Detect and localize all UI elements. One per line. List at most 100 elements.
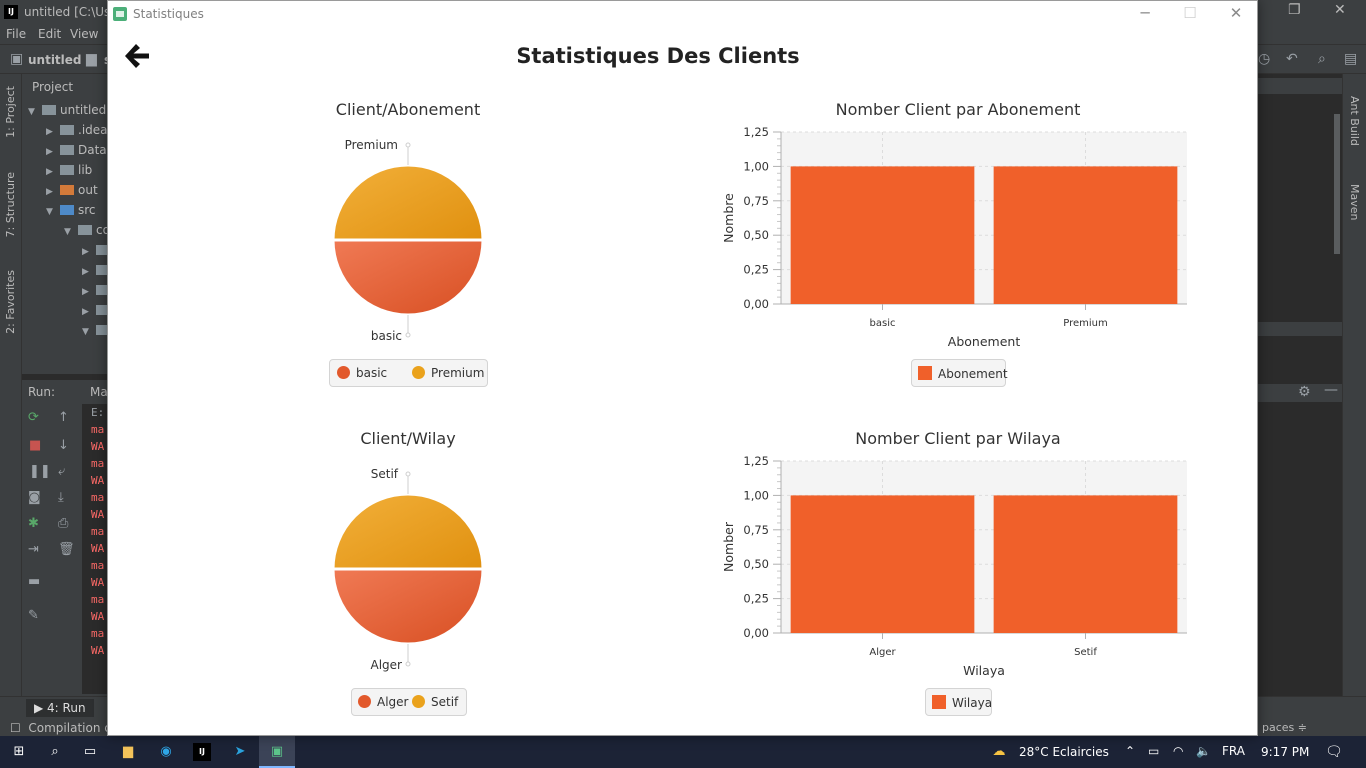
- tree-item[interactable]: ▶ Datab: [46, 140, 114, 160]
- tree-item[interactable]: ▶ out: [46, 180, 98, 200]
- minimize-button[interactable]: ─: [1130, 4, 1160, 22]
- edge-icon[interactable]: ◉: [157, 743, 175, 761]
- telegram-icon[interactable]: ➤: [231, 743, 249, 761]
- x-tick-label: Alger: [869, 647, 896, 658]
- close-icon[interactable]: ✕: [1334, 2, 1346, 18]
- print-icon[interactable]: ⎙: [58, 516, 68, 531]
- chevron-right-icon[interactable]: ▶: [46, 182, 60, 202]
- folder-icon: [42, 105, 56, 115]
- console-line: E:: [91, 406, 105, 419]
- stop-icon[interactable]: ■: [29, 438, 41, 453]
- menu-edit[interactable]: Edit: [38, 27, 61, 41]
- file-explorer-icon[interactable]: ▆: [119, 743, 137, 761]
- console-line: ma: [91, 457, 105, 470]
- legend-item: Abonement: [918, 366, 1008, 381]
- tab-structure[interactable]: 7: Structure: [4, 172, 17, 237]
- chevron-right-icon[interactable]: ▶: [82, 282, 96, 302]
- scrollbar[interactable]: [1334, 114, 1340, 254]
- chevron-down-icon[interactable]: ▼: [28, 102, 42, 122]
- chevron-down-icon[interactable]: ▼: [46, 202, 60, 222]
- battery-icon[interactable]: ▭: [1148, 744, 1159, 758]
- console-line: WA: [91, 474, 105, 487]
- label-leader-dot: [405, 471, 411, 477]
- tab-maven[interactable]: Maven: [1348, 184, 1361, 220]
- pie-abonement-legend: basic Premium: [329, 359, 488, 387]
- close-button[interactable]: ✕: [1221, 4, 1251, 22]
- chevron-down-icon[interactable]: ▼: [82, 322, 96, 342]
- right-tool-strip: Ant Build Maven: [1342, 74, 1366, 696]
- bar-wilaya-legend: Wilaya: [925, 688, 992, 716]
- chevron-right-icon[interactable]: ▶: [82, 302, 96, 322]
- x-axis-label: Wilaya: [963, 663, 1005, 678]
- language-indicator[interactable]: FRA: [1222, 744, 1245, 758]
- label-leader-dot: [405, 332, 411, 338]
- up-icon[interactable]: ↑: [58, 410, 69, 425]
- status-right[interactable]: paces ≑: [1262, 721, 1307, 734]
- wifi-icon[interactable]: ◠: [1173, 744, 1183, 758]
- structure-icon[interactable]: ▤: [1344, 51, 1357, 67]
- chevron-right-icon[interactable]: ▶: [46, 142, 60, 162]
- legend-dot-icon: [358, 695, 371, 708]
- debug-icon[interactable]: ✱: [28, 516, 39, 531]
- java-app-icon[interactable]: ▣: [268, 743, 286, 761]
- weather-text[interactable]: 28°C Eclaircies: [1019, 745, 1109, 759]
- intellij-icon: IJ: [4, 5, 18, 19]
- chevron-up-icon[interactable]: ⌃: [1125, 744, 1135, 758]
- task-view-icon[interactable]: ▭: [81, 743, 99, 761]
- tab-project[interactable]: 1: Project: [4, 86, 17, 138]
- menu-view[interactable]: View: [70, 27, 98, 41]
- rerun-icon[interactable]: ⟳: [28, 410, 39, 425]
- chevron-right-icon[interactable]: ▶: [82, 242, 96, 262]
- down-icon[interactable]: ↓: [58, 438, 69, 453]
- tree-item[interactable]: ▶ lib: [46, 160, 92, 180]
- search-icon[interactable]: ⌕: [46, 743, 64, 761]
- chevron-right-icon[interactable]: ▶: [46, 122, 60, 142]
- minimize-icon[interactable]: —: [1324, 382, 1338, 398]
- dialog-title: Statistiques: [133, 7, 204, 21]
- bar-wilaya-title: Nomber Client par Wilaya: [855, 429, 1061, 448]
- trash-icon[interactable]: 🗑: [58, 542, 75, 557]
- pin-icon[interactable]: ✎: [28, 608, 39, 623]
- tree-item[interactable]: ▼ untitled [: [28, 100, 115, 120]
- tree-item[interactable]: ▼ co: [64, 220, 110, 240]
- chevron-down-icon[interactable]: ▼: [64, 222, 78, 242]
- app-icon: [113, 7, 127, 21]
- wrap-icon[interactable]: ⤶: [58, 464, 65, 479]
- legend-label: Abonement: [938, 367, 1008, 381]
- folder-icon: [78, 225, 92, 235]
- breadcrumb-root[interactable]: untitled: [28, 53, 82, 67]
- start-icon[interactable]: ⊞: [10, 743, 28, 761]
- run-config-tab[interactable]: Ma: [90, 385, 108, 399]
- tab-favorites[interactable]: 2: Favorites: [4, 270, 17, 334]
- chevron-right-icon[interactable]: ▶: [82, 262, 96, 282]
- tab-ant-build[interactable]: Ant Build: [1348, 96, 1361, 146]
- layout-icon[interactable]: ▬: [28, 574, 40, 589]
- restore-icon[interactable]: ❐: [1288, 2, 1301, 18]
- y-axis-label: Nombre: [721, 193, 736, 243]
- gear-icon[interactable]: ⚙: [1298, 384, 1311, 400]
- exit-icon[interactable]: ⇥: [28, 542, 39, 557]
- search-icon[interactable]: ⌕: [1318, 51, 1326, 67]
- maximize-button[interactable]: ☐: [1175, 4, 1205, 22]
- pie-slice-label: Setif: [371, 467, 399, 481]
- chevron-right-icon[interactable]: ▶: [46, 162, 60, 182]
- y-tick-label: 0,75: [743, 523, 769, 537]
- project-header[interactable]: Project: [32, 80, 73, 94]
- history-icon[interactable]: ◷: [1258, 51, 1270, 67]
- notification-icon[interactable]: 🗨: [1325, 744, 1343, 760]
- y-tick-label: 0,75: [743, 194, 769, 208]
- tree-item[interactable]: ▼ src: [46, 200, 96, 220]
- pie-slice-label: Alger: [371, 658, 403, 672]
- menu-file[interactable]: File: [6, 27, 26, 41]
- intellij-icon[interactable]: IJ: [193, 743, 211, 761]
- scroll-end-icon[interactable]: ⤓: [58, 490, 64, 505]
- volume-icon[interactable]: 🔈: [1196, 744, 1211, 758]
- camera-icon[interactable]: ◙: [28, 490, 41, 505]
- pause-icon[interactable]: ❚❚: [29, 464, 51, 479]
- ide-window-title: untitled [C:\Use: [24, 5, 118, 19]
- console-output[interactable]: E: ma WA ma WA ma WA ma WA ma WA ma WA ma WA: [82, 404, 108, 694]
- undo-icon[interactable]: ↶: [1286, 51, 1298, 67]
- tree-item[interactable]: ▶ .idea: [46, 120, 108, 140]
- run-tool-tab[interactable]: ▶ 4: Run: [26, 699, 94, 717]
- clock[interactable]: 9:17 PM: [1261, 745, 1309, 759]
